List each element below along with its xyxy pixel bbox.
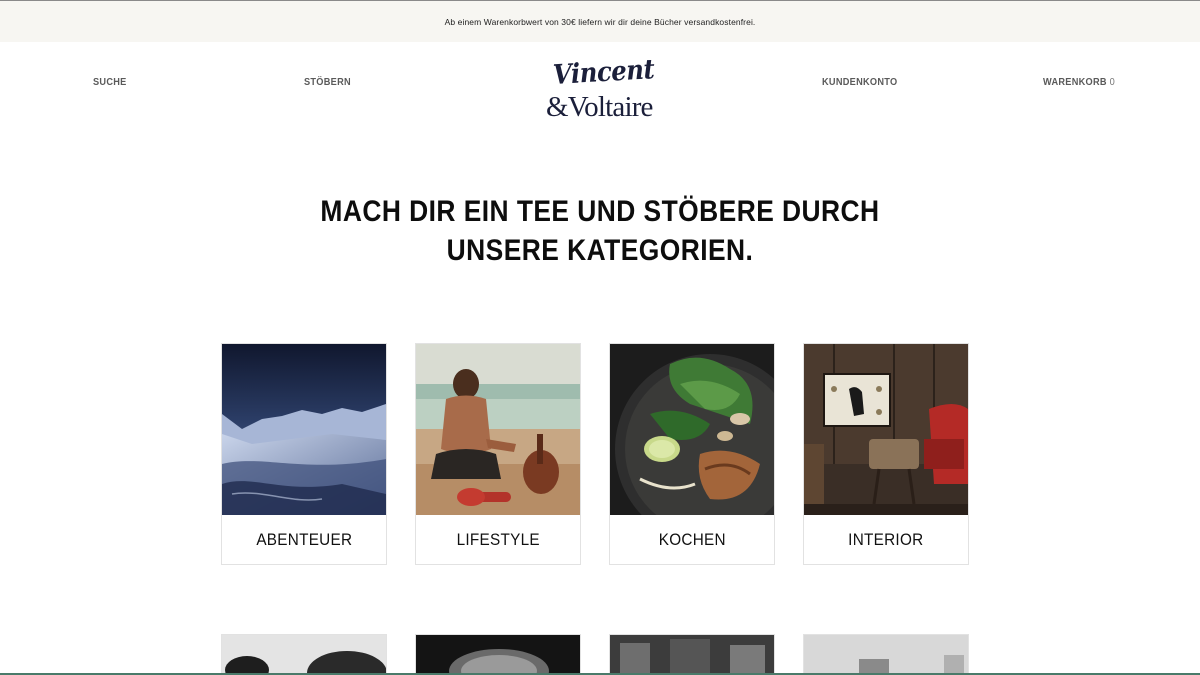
category-card-lifestyle[interactable]: LIFESTYLE [415, 343, 581, 565]
vintage-interior-photo [804, 344, 968, 515]
nav-account-link[interactable]: KUNDENKONTO [822, 77, 897, 88]
beach-ukulele-photo [416, 344, 580, 515]
category-card-abenteuer[interactable]: ABENTEUER [221, 343, 387, 565]
logo-line-2: &Voltaire [546, 91, 653, 123]
cart-label: WARENKORB [1043, 77, 1107, 88]
category-label: ABENTEUER [256, 529, 352, 549]
shipping-banner-text: Ab einem Warenkorbwert von 30€ liefern w… [444, 16, 756, 27]
page-headline: MACH DIR EIN TEE UND STÖBERE DURCH UNSER… [200, 192, 1000, 270]
category-label: KOCHEN [658, 529, 726, 549]
site-logo[interactable]: Vincent &Voltaire [540, 54, 665, 126]
category-card-interior[interactable]: INTERIOR [803, 343, 969, 565]
category-label: LIFESTYLE [456, 529, 540, 549]
headline-line-1: MACH DIR EIN TEE UND STÖBERE DURCH [320, 195, 880, 228]
cart-count: 0 [1109, 77, 1115, 88]
category-card-row2-3[interactable] [609, 634, 775, 675]
snowy-mountains-photo [222, 344, 386, 515]
category-card-row2-2[interactable] [415, 634, 581, 675]
category-card-row2-1[interactable] [221, 634, 387, 675]
category-card-kochen[interactable]: KOCHEN [609, 343, 775, 565]
nav-browse-link[interactable]: STÖBERN [304, 77, 351, 88]
logo-line-1: Vincent [552, 54, 655, 91]
category-card-row2-4[interactable] [803, 634, 969, 675]
nav-search-link[interactable]: SUCHE [93, 77, 127, 88]
shipping-banner: Ab einem Warenkorbwert von 30€ liefern w… [0, 1, 1200, 42]
headline-line-2: UNSERE KATEGORIEN. [446, 234, 754, 267]
category-label: INTERIOR [848, 529, 924, 549]
food-plate-photo [610, 344, 774, 515]
nav-cart-link[interactable]: WARENKORB 0 [1043, 77, 1115, 88]
